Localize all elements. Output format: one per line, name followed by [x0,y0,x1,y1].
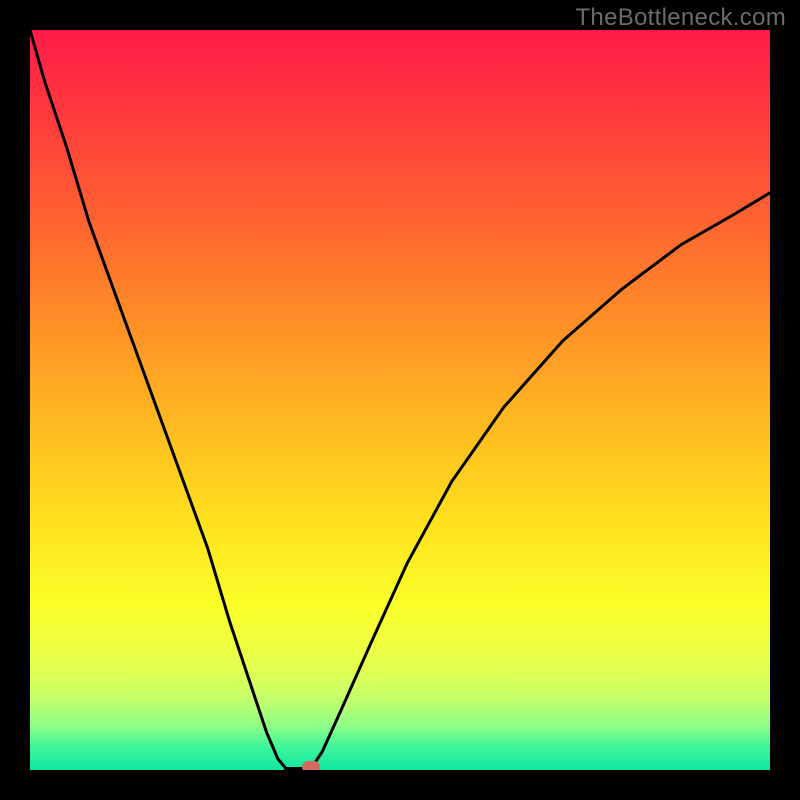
curve-left-branch [30,30,289,770]
curve-layer [30,30,770,770]
curve-right-branch [311,193,770,769]
minimum-marker [302,761,320,770]
watermark-text: TheBottleneck.com [575,4,786,32]
chart-frame: TheBottleneck.com [0,0,800,800]
plot-area [30,30,770,770]
